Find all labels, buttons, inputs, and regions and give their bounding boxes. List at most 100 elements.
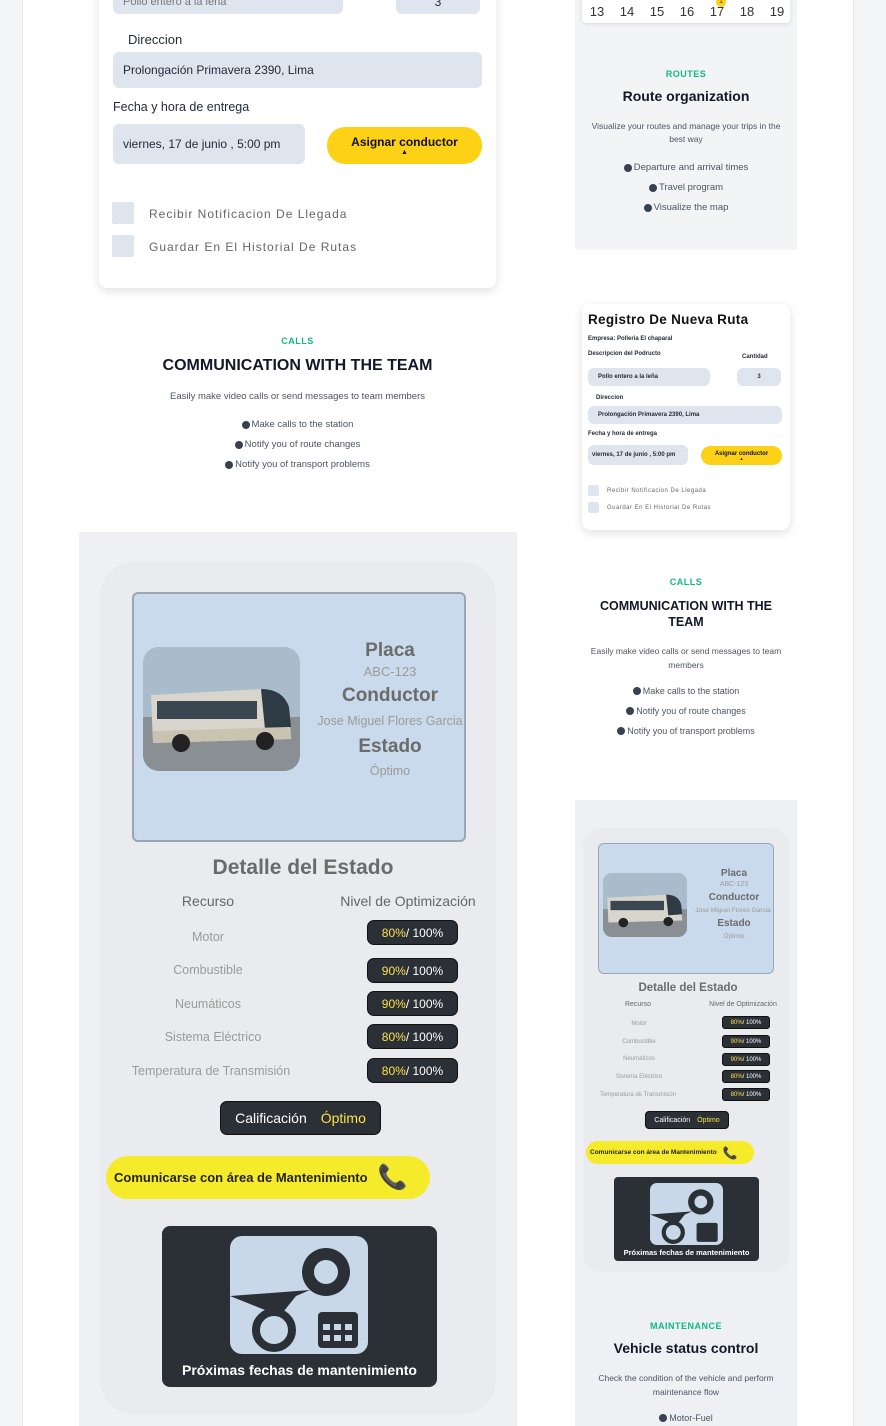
check-circle-icon [626,707,635,715]
placa-label-small: Placa [720,868,748,879]
product-field[interactable]: Pollo entero a la leña [113,0,343,14]
calendar-strip: 13 14 15 16 17 18 19 [582,0,790,23]
calendar-day[interactable]: 15 [642,4,672,19]
checkbox-history-label-small: Guardar En El Historial De Rutas [607,505,712,511]
calendar-day[interactable]: 16 [672,4,702,19]
check-circle-icon [623,163,632,172]
page: Pollo entero a la leña 3 Direccion Prolo… [0,0,886,1426]
checkbox-history[interactable] [112,235,134,257]
routes-desc: Visualize your routes and manage your tr… [591,121,781,144]
estado-value-small: Óptimo [723,933,745,940]
cantidad-label: Cantidad [742,354,768,360]
quantity-field-small[interactable]: 3 [737,368,781,386]
col-nivel: Nivel de Optimización [340,893,476,909]
checkbox-notify-small[interactable] [588,485,599,496]
assign-driver-label: Asignar conductor [351,135,458,149]
routes-eyebrow: ROUTES [665,69,707,79]
detail-title-small: Detalle del Estado [638,982,738,994]
resource-name-small: Temperatura de Transmisión [599,1092,677,1098]
calls-bullet-right: Make calls to the station [575,686,797,696]
routes-bullet: Departure and arrival times [575,162,797,173]
level-pill-small: 90% / 100% [722,1053,770,1066]
product-field-small[interactable]: Pollo entero a la leña [588,368,710,386]
resource-name: Combustible [173,963,243,977]
calendar-day[interactable]: 13 [582,4,612,19]
contact-maintenance-label: Comunicarse con área de Mantenimiento [114,1170,368,1185]
maintenance-title: Vehicle status control [613,1340,759,1356]
resource-name: Temperatura de Transmisión [131,1064,291,1078]
check-circle-icon [225,460,234,469]
checkbox-notify-label-small: Recibir Notificacion De Llegada [607,488,707,494]
contact-maintenance-button-small[interactable]: Comunicarse con área de Mantenimiento 📞 [586,1141,754,1164]
calls-title: COMMUNICATION WITH THE TEAM [162,357,433,374]
resource-name-small: Motor [631,1021,647,1027]
calls-eyebrow: CALLS [281,336,314,346]
fecha-field-small[interactable]: viernes, 17 de junio , 5:00 pm [588,445,688,465]
caret-up-icon: ▲ [739,455,744,461]
new-route-card: Registro De Nueva Ruta Empresa: Polleria… [582,304,790,530]
rating-pill-small: Calificación Óptimo [645,1111,729,1129]
routes-bullet: Visualize the map [575,202,797,213]
steam-icon [230,1236,368,1354]
calls-bullet-right: Notify you of transport problems [575,726,797,736]
route-form-card: Pollo entero a la leña 3 Direccion Prolo… [99,0,496,288]
resource-name: Motor [192,930,224,944]
level-pill: 90% / 100% [367,991,458,1016]
maintenance-dates-label: Próximas fechas de mantenimiento [182,1362,417,1378]
rating-label: Calificación [235,1110,307,1126]
direccion-label: Direccion [128,32,183,47]
maintenance-dates-button[interactable]: Próximas fechas de mantenimiento [162,1226,437,1387]
calendar-day[interactable]: 19 [762,4,792,19]
check-circle-icon [234,440,243,449]
routes-bullet: Travel program [575,182,797,193]
bus-image [143,647,300,771]
maintenance-desc: Check the condition of the vehicle and p… [598,1373,774,1397]
assign-driver-button-small[interactable]: Asignar conductor ▲ [701,446,782,465]
direccion-field-small[interactable]: Prolongación Primavera 2390, Lima [588,406,782,424]
calls-title-right: COMMUNICATION WITH THE TEAM [600,599,772,629]
check-circle-icon [643,203,652,212]
calls-bullet: Make calls to the station [99,419,496,430]
direccion-field[interactable]: Prolongación Primavera 2390, Lima [113,52,482,88]
level-pill-small: 80% / 100% [722,1088,770,1101]
calls-eyebrow-right: CALLS [669,577,703,587]
quantity-field[interactable]: 3 [396,0,480,14]
level-pill-small: 80% / 100% [722,1016,770,1029]
fecha-label-small: Fecha y hora de entrega [588,431,658,437]
routes-title: Route organization [622,88,750,104]
check-circle-icon [632,687,641,695]
checkbox-history-label: Guardar En El Historial De Rutas [149,240,358,254]
calendar-day[interactable]: 14 [612,4,642,19]
rating-label-small: Calificación [654,1116,691,1124]
resource-name: Sistema Eléctrico [164,1030,262,1044]
calendar-day[interactable]: 18 [732,4,762,19]
direccion-label-small: Direccion [596,395,624,401]
contact-maintenance-button[interactable]: Comunicarse con área de Mantenimiento 📞 [106,1156,430,1199]
descripcion-label: Descripcion del Podructo [588,351,661,357]
new-route-title: Registro De Nueva Ruta [588,312,749,327]
calls-desc-right: Easily make video calls or send messages… [590,646,782,670]
col-recurso-small: Recurso [624,1001,652,1008]
phone-icon: 📞 [722,1145,738,1160]
maintenance-eyebrow: MAINTENANCE [650,1321,722,1331]
empresa-label: Empresa: Polleria El chaparal [588,336,673,342]
calls-bullet: Notify you of route changes [99,439,496,450]
estado-label: Estado [358,736,422,757]
rating-value-small: Óptimo [697,1116,720,1124]
check-circle-icon [648,183,657,192]
rating-pill: Calificación Óptimo [220,1101,381,1135]
maintenance-dates-button-small[interactable]: Próximas fechas de mantenimiento [614,1177,759,1261]
resource-name-small: Neumáticos [623,1056,655,1062]
col-recurso: Recurso [181,893,235,909]
calendar-day-selected[interactable]: 17 [702,4,732,19]
check-circle-icon [659,1414,668,1422]
bus-image-small [603,873,687,937]
conductor-value: Jose Miguel Flores Garcia [317,714,463,728]
assign-driver-button[interactable]: Asignar conductor ▲ [327,127,482,164]
fecha-field[interactable]: viernes, 17 de junio , 5:00 pm [113,124,305,164]
placa-label: Placa [365,640,415,661]
checkbox-notify[interactable] [112,202,134,224]
checkbox-history-small[interactable] [588,502,599,513]
resource-name-small: Combustible [622,1039,656,1045]
level-pill: 80% / 100% [367,1024,458,1049]
